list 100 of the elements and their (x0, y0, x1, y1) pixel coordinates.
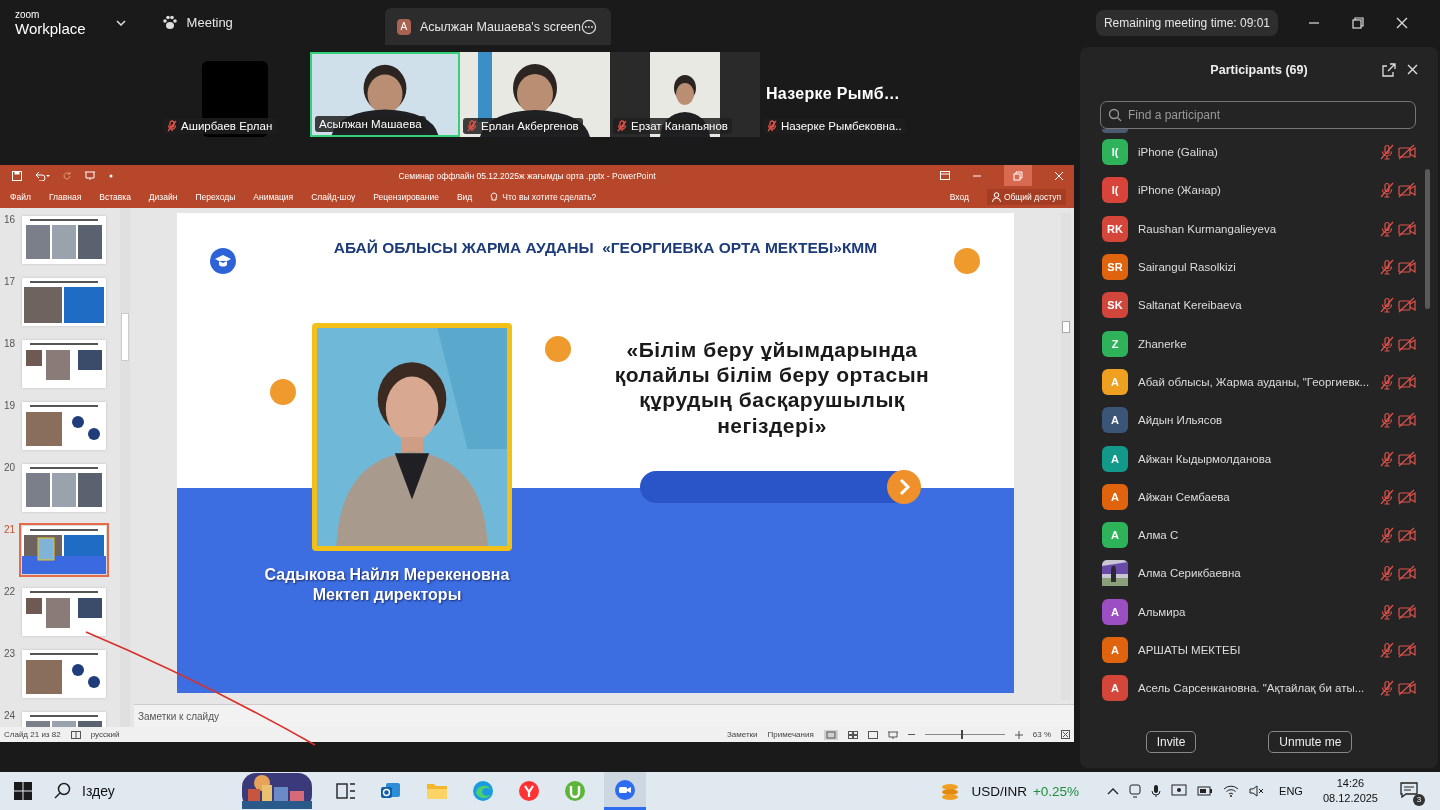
browser-icon[interactable] (472, 780, 494, 802)
more-icon[interactable] (581, 17, 597, 36)
camera-icon[interactable] (1129, 784, 1142, 798)
panel-button[interactable]: Invite (1145, 731, 1197, 753)
normal-view-icon[interactable] (823, 729, 838, 740)
video-off-icon[interactable] (1398, 603, 1416, 620)
panel-button[interactable]: Unmute me (1268, 731, 1353, 753)
video-off-icon[interactable] (1398, 527, 1416, 544)
fit-window-icon[interactable] (1061, 730, 1070, 739)
menu-tab[interactable]: Анимация (253, 192, 294, 202)
share-tab[interactable]: A Асылжан Машаева's screen (384, 8, 611, 45)
slide-thumbnail[interactable] (22, 402, 106, 450)
sorter-view-icon[interactable] (847, 730, 858, 739)
search-field[interactable]: Find a participant (1100, 101, 1416, 129)
zoom-percent[interactable]: 63 % (1032, 730, 1051, 739)
video-tile[interactable]: Ерлан Акбергенов (460, 52, 610, 137)
muted-mic-icon[interactable] (1379, 297, 1395, 314)
video-off-icon[interactable] (1398, 373, 1416, 390)
video-off-icon[interactable] (1398, 488, 1416, 505)
muted-mic-icon[interactable] (1379, 680, 1395, 697)
muted-mic-icon[interactable] (1379, 182, 1395, 199)
search-label[interactable]: Іздеу (82, 783, 115, 799)
share-button[interactable]: Общий доступ (986, 189, 1066, 205)
muted-mic-icon[interactable] (1379, 412, 1395, 429)
video-tile[interactable]: Ерзат Канапьянов (610, 52, 760, 137)
video-off-icon[interactable] (1398, 297, 1416, 314)
video-off-icon[interactable] (1398, 259, 1416, 276)
meeting-label[interactable]: Meeting (186, 15, 233, 30)
video-off-icon[interactable] (1398, 412, 1416, 429)
video-off-icon[interactable] (1398, 144, 1416, 161)
clock-date[interactable]: 08.12.2025 (1322, 791, 1378, 806)
chevron-down-icon[interactable] (115, 19, 126, 26)
muted-mic-icon[interactable] (1379, 488, 1395, 505)
slide-thumbnail[interactable] (22, 278, 106, 326)
windows-start-icon[interactable] (14, 782, 32, 800)
screen-share-icon[interactable] (1171, 784, 1188, 798)
language-label[interactable]: русский (90, 730, 120, 739)
slide-thumbnail[interactable] (22, 526, 106, 574)
muted-mic-icon[interactable] (1379, 565, 1395, 582)
video-off-icon[interactable] (1398, 335, 1416, 352)
battery-icon[interactable] (1197, 786, 1214, 796)
slide-thumbnail[interactable] (22, 216, 106, 264)
mail-app-icon[interactable] (380, 781, 402, 801)
muted-mic-icon[interactable] (1379, 450, 1395, 467)
video-off-icon[interactable] (1398, 642, 1416, 658)
video-off-icon[interactable] (1398, 450, 1416, 467)
video-off-icon[interactable] (1398, 680, 1416, 697)
comments-button[interactable]: Примечания (767, 730, 814, 739)
menu-tab[interactable]: Вид (456, 192, 473, 202)
menu-tab[interactable]: Главная (48, 192, 82, 202)
muted-mic-icon[interactable] (1379, 335, 1395, 352)
muted-mic-icon[interactable] (1379, 259, 1395, 276)
muted-mic-icon[interactable] (1379, 144, 1395, 161)
notes-field[interactable]: Заметки к слайду (134, 704, 1074, 727)
ribbon-display-icon[interactable] (940, 171, 950, 180)
scrollbar-thumb[interactable] (121, 313, 129, 361)
scrollbar-thumb[interactable] (1425, 169, 1430, 309)
currency-pair[interactable]: USD/INR (971, 783, 1027, 799)
video-app-icon[interactable] (604, 772, 646, 810)
speaker-muted-icon[interactable] (1249, 785, 1266, 797)
clock-time[interactable]: 14:26 (1336, 776, 1365, 791)
tell-me-field[interactable]: Что вы хотите сделать? (502, 192, 597, 202)
slideshow-icon[interactable] (887, 730, 898, 739)
restore-icon[interactable] (1352, 16, 1364, 29)
zoom-in-icon[interactable] (1014, 730, 1023, 739)
menu-tab[interactable]: Файл (10, 192, 31, 202)
video-tile[interactable]: Асылжан Машаева (310, 52, 460, 137)
chevron-up-icon[interactable] (1107, 787, 1120, 795)
dropdown-icon[interactable] (108, 172, 114, 179)
close-icon[interactable] (1407, 64, 1418, 75)
muted-mic-icon[interactable] (1379, 642, 1395, 658)
notification-icon[interactable] (1400, 781, 1418, 798)
undo-icon[interactable] (34, 170, 50, 181)
slide-thumbnail[interactable] (22, 340, 106, 388)
sign-in-link[interactable]: Вход (949, 192, 969, 202)
close-icon[interactable] (1396, 16, 1408, 29)
pop-out-icon[interactable] (1382, 63, 1396, 77)
reading-view-icon[interactable] (867, 730, 878, 739)
menu-tab[interactable]: Слайд-шоу (311, 192, 356, 202)
menu-tab[interactable]: Дизайн (148, 192, 178, 202)
browser-icon[interactable] (518, 780, 540, 802)
slide-thumbnail[interactable] (22, 464, 106, 512)
video-off-icon[interactable] (1398, 182, 1416, 199)
slide-thumbnail[interactable] (22, 650, 106, 698)
slider-thumb[interactable] (960, 730, 963, 739)
muted-mic-icon[interactable] (1379, 220, 1395, 237)
redo-icon[interactable] (62, 170, 72, 181)
task-view-icon[interactable] (336, 782, 356, 800)
video-off-icon[interactable] (1398, 220, 1416, 237)
input-language[interactable]: ENG (1279, 785, 1303, 797)
muted-mic-icon[interactable] (1379, 527, 1395, 544)
spellcheck-icon[interactable] (70, 730, 81, 739)
wifi-icon[interactable] (1223, 785, 1240, 797)
muted-mic-icon[interactable] (1379, 603, 1395, 620)
scrollbar-thumb[interactable] (1062, 321, 1070, 333)
menu-tab[interactable]: Переходы (195, 192, 236, 202)
menu-tab[interactable]: Рецензирование (373, 192, 439, 202)
mic-icon[interactable] (1151, 784, 1162, 798)
muted-mic-icon[interactable] (1379, 373, 1395, 390)
slide-thumbnail[interactable] (22, 588, 106, 636)
